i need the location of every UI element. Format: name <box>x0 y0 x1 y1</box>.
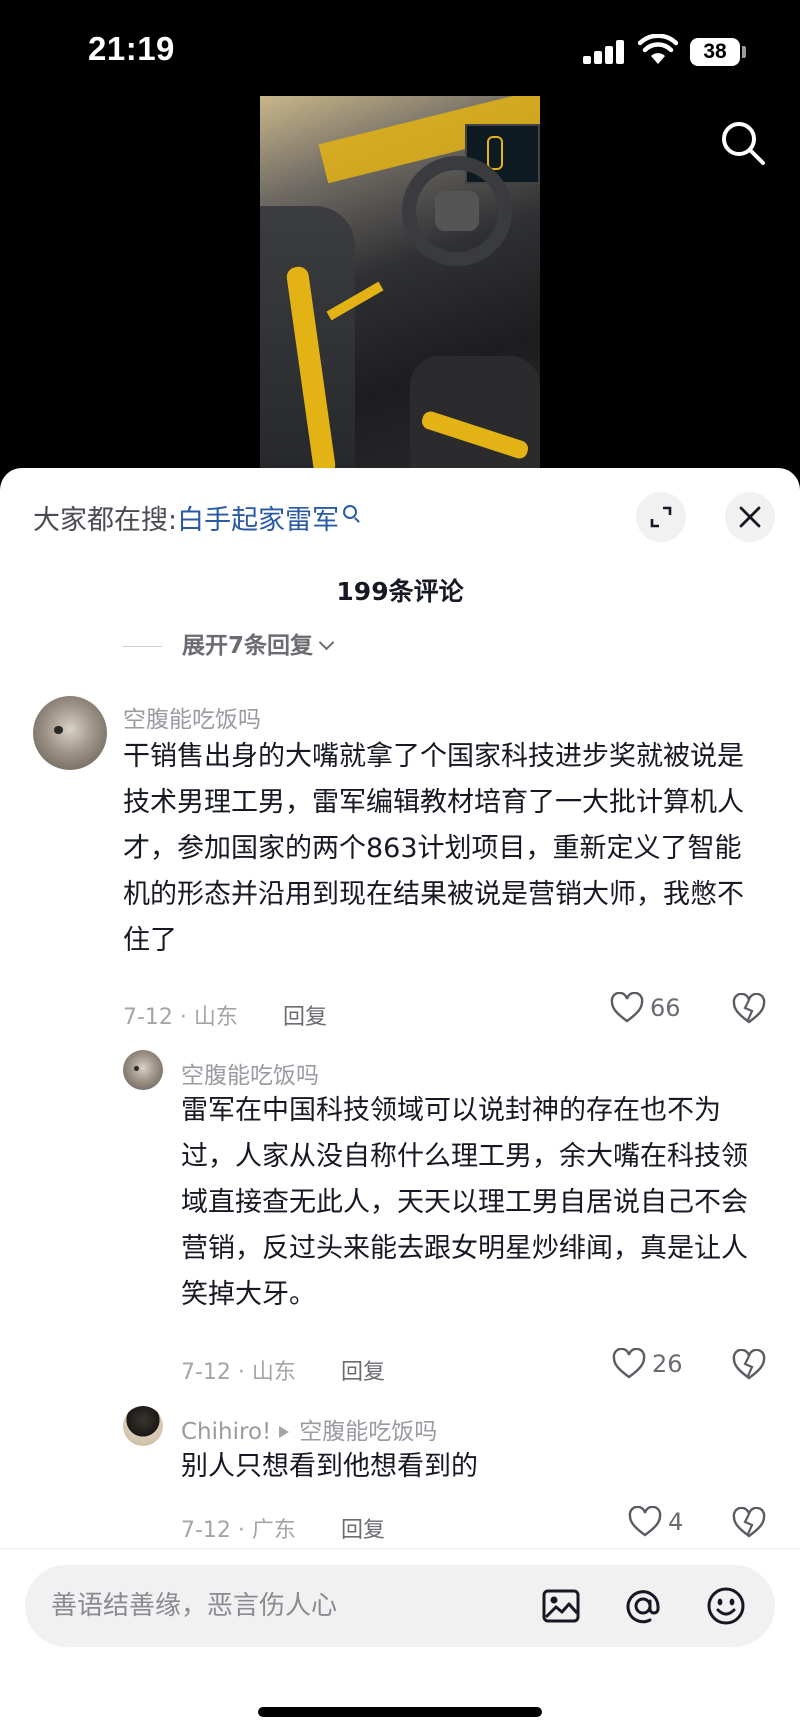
comment-text[interactable]: 雷军在中国科技领域可以说封神的存在也不为过，人家从没自称什么理工男，余大嘴在科技… <box>181 1088 763 1318</box>
reply-target[interactable]: 空腹能吃饭吗 <box>299 1419 437 1445</box>
broken-heart-icon[interactable] <box>732 1507 766 1539</box>
like-button[interactable]: 66 <box>610 992 681 1024</box>
expand-button[interactable] <box>636 492 686 542</box>
avatar[interactable] <box>123 1050 163 1090</box>
wifi-icon <box>638 34 678 64</box>
like-button[interactable]: 4 <box>628 1506 683 1538</box>
comment-meta: 7-12 · 山东 <box>181 1360 296 1385</box>
battery-tip <box>742 46 746 58</box>
comment-input[interactable] <box>51 1565 531 1647</box>
heart-icon <box>612 1348 646 1379</box>
comment-text[interactable]: 别人只想看到他想看到的 <box>181 1444 763 1490</box>
comment-username[interactable]: Chihiro! 空腹能吃饭吗 <box>181 1412 437 1446</box>
like-count: 66 <box>650 994 681 1022</box>
comment-username[interactable]: 空腹能吃饭吗 <box>123 700 261 734</box>
expand-divider <box>122 646 162 647</box>
expand-replies-label: 展开7条回复 <box>182 633 314 659</box>
battery-icon: 38 <box>690 38 740 66</box>
emoji-icon[interactable] <box>705 1585 747 1627</box>
at-icon[interactable] <box>622 1585 664 1627</box>
reply-button[interactable]: 回复 <box>341 1354 385 1386</box>
trending-search-icon <box>343 505 358 519</box>
image-icon[interactable] <box>540 1585 582 1627</box>
heart-icon <box>610 992 644 1023</box>
like-count: 4 <box>668 1508 684 1536</box>
video-wheel-hub <box>435 191 479 231</box>
status-time: 21:19 <box>88 30 175 67</box>
like-count: 26 <box>652 1350 683 1378</box>
trending-keyword[interactable]: 白手起家雷军 <box>177 505 339 536</box>
video-player[interactable] <box>260 96 540 480</box>
trending-label: 大家都在搜: <box>33 505 178 536</box>
comment-count: 199条评论 <box>336 577 464 606</box>
close-button[interactable] <box>725 492 775 542</box>
avatar[interactable] <box>33 696 107 770</box>
comment-meta: 7-12 · 山东 <box>123 1005 238 1030</box>
comment-meta: 7-12 · 广东 <box>181 1518 296 1543</box>
close-icon <box>739 506 761 528</box>
chevron-down-icon <box>318 634 335 651</box>
reply-button[interactable]: 回复 <box>341 1512 385 1544</box>
expand-icon <box>650 506 672 528</box>
search-icon[interactable] <box>718 118 768 168</box>
comment-input-bar[interactable] <box>25 1565 775 1647</box>
avatar[interactable] <box>123 1406 163 1446</box>
signal-icon <box>583 40 627 64</box>
heart-icon <box>628 1506 662 1537</box>
reply-button[interactable]: 回复 <box>283 999 327 1031</box>
expand-replies[interactable]: 展开7条回复 <box>122 626 335 660</box>
trending-search[interactable]: 大家都在搜:白手起家雷军 <box>33 498 358 537</box>
battery-level: 38 <box>703 40 727 63</box>
home-indicator <box>258 1707 542 1717</box>
comment-sheet: 大家都在搜:白手起家雷军 199条评论 展开7条回复 空腹能吃饭吗 干销售出身的… <box>0 468 800 1732</box>
comment-input-area <box>0 1548 800 1732</box>
comment-username[interactable]: 空腹能吃饭吗 <box>181 1056 319 1090</box>
status-bar: 21:19 38 <box>0 0 800 100</box>
reply-arrow-icon <box>279 1425 290 1438</box>
broken-heart-icon[interactable] <box>732 993 766 1025</box>
like-button[interactable]: 26 <box>612 1348 683 1380</box>
reply-author[interactable]: Chihiro! <box>181 1419 271 1445</box>
comment-text[interactable]: 干销售出身的大嘴就拿了个国家科技进步奖就被说是技术男理工男，雷军编辑教材培育了一… <box>123 734 763 964</box>
broken-heart-icon[interactable] <box>732 1349 766 1381</box>
